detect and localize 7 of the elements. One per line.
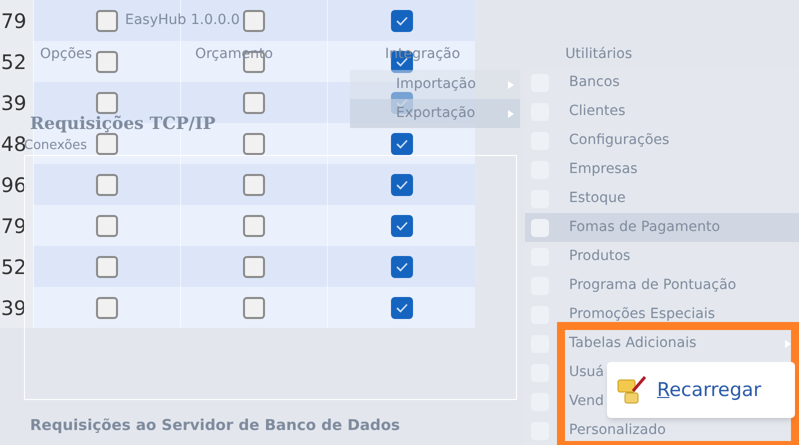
row-number: 79 <box>0 0 33 41</box>
group-label: Conexões <box>24 138 88 155</box>
section-title: Requisições ao Servidor de Banco de Dados <box>29 415 400 436</box>
row-number: 96 <box>0 164 33 205</box>
row-number: 52 <box>0 246 33 287</box>
window-title: EasyHub 1.0.0.0 <box>125 10 240 30</box>
row-number: 52 <box>0 41 33 82</box>
